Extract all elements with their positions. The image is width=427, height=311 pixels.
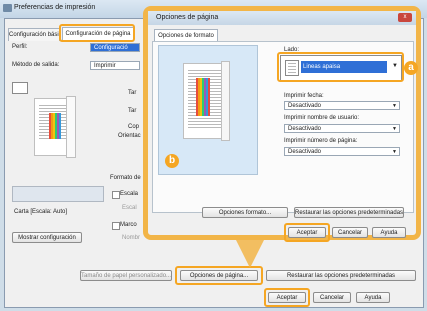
marco-checkbox[interactable] <box>112 222 120 230</box>
preview-caption: Carta [Escala: Auto] <box>14 209 68 215</box>
imprimir-numero-select[interactable]: Desactivado ▼ <box>284 147 400 156</box>
aceptar-dialog-highlight <box>284 223 330 242</box>
dialog-titlebar: Opciones de página x <box>148 11 416 25</box>
chevron-down-icon: ▼ <box>392 103 397 109</box>
escala-checkbox[interactable] <box>112 191 120 199</box>
cancelar-dialog-button[interactable]: Cancelar <box>332 227 368 238</box>
ayuda-dialog-button[interactable]: Ayuda <box>372 227 406 238</box>
perfil-select[interactable]: Configuració <box>90 43 140 52</box>
aceptar-main-highlight <box>264 288 310 307</box>
callout-connector <box>236 240 264 268</box>
chevron-down-icon: ▼ <box>392 126 397 132</box>
imprimir-nombre-select[interactable]: Desactivado ▼ <box>284 124 400 133</box>
cancelar-main-button[interactable]: Cancelar <box>313 292 351 303</box>
imprimir-numero-value: Desactivado <box>288 149 322 155</box>
marco-label: Marco <box>120 222 137 228</box>
callout-badge-a: a <box>404 61 418 75</box>
view-toggle-icon[interactable] <box>12 82 28 94</box>
restaurar-main-button[interactable]: Restaurar las opciones predeterminadas <box>266 270 416 281</box>
preview-icons-bar <box>12 186 104 202</box>
main-page-preview-back <box>66 96 76 158</box>
close-icon[interactable]: x <box>398 13 412 22</box>
formato-label: Formato de <box>110 175 141 181</box>
main-window-title: Preferencias de impresión <box>14 4 96 11</box>
escala-value: Escal <box>122 205 137 211</box>
printer-icon <box>3 4 12 12</box>
ta-item-3: Cop <box>128 124 140 130</box>
tab-configuracion-basica[interactable]: Configuración básica <box>8 28 60 41</box>
imprimir-fecha-value: Desactivado <box>288 103 322 109</box>
imprimir-fecha-select[interactable]: Desactivado ▼ <box>284 101 400 110</box>
nombre-label: Nombr <box>122 235 141 241</box>
orientacion-label: Orientac <box>118 133 141 139</box>
metodo-salida-select[interactable]: Imprimir <box>90 61 140 70</box>
callout-badge-b: b <box>165 154 179 168</box>
dialog-title: Opciones de página <box>156 14 219 21</box>
lado-highlight <box>277 52 404 82</box>
restaurar-dialog-button[interactable]: Restaurar las opciones predeterminadas <box>294 207 404 218</box>
opciones-pagina-dialog: Opciones de página x Opciones de formato… <box>143 6 421 242</box>
ayuda-main-button[interactable]: Ayuda <box>356 292 390 303</box>
dialog-page-back <box>221 61 230 141</box>
tab-highlight-frame <box>59 24 135 42</box>
imprimir-fecha-label: Imprimir fecha: <box>284 93 324 99</box>
opciones-formato-button[interactable]: Opciones formato... <box>202 207 288 218</box>
chevron-down-icon: ▼ <box>392 149 397 155</box>
imprimir-nombre-label: Imprimir nombre de usuario: <box>284 115 360 121</box>
ta-item-1: Tar <box>128 90 137 96</box>
metodo-salida-label: Método de salida: <box>12 62 60 68</box>
imprimir-numero-label: Imprimir número de página: <box>284 138 358 144</box>
ta-item-2: Tar <box>128 108 137 114</box>
tamano-papel-button[interactable]: Tamaño de papel personalizado... <box>80 270 172 281</box>
escala-label: Escala <box>120 191 139 197</box>
imprimir-nombre-value: Desactivado <box>288 126 322 132</box>
mostrar-configuracion-button[interactable]: Mostrar configuración <box>12 232 82 243</box>
perfil-label: Perfil: <box>12 44 28 50</box>
